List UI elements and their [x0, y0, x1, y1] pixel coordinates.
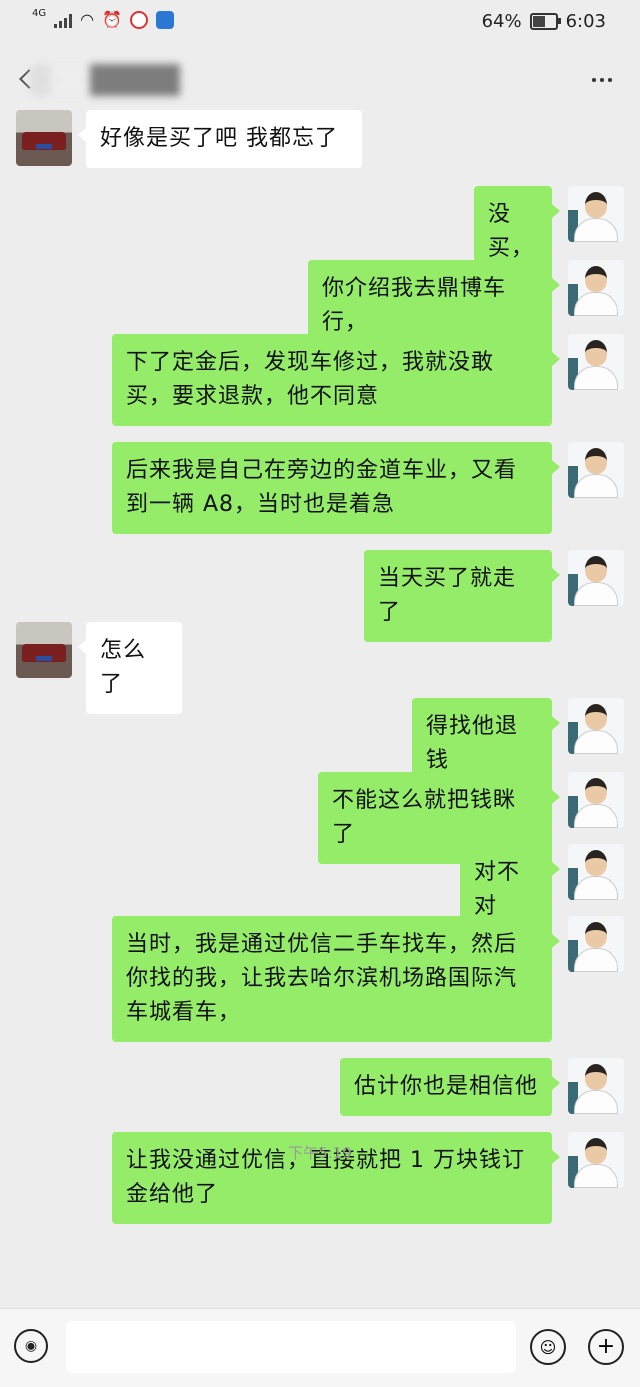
battery-level-fill: [532, 16, 546, 27]
my-avatar[interactable]: [568, 916, 624, 972]
voice-icon[interactable]: ◉: [14, 1329, 48, 1363]
contact-avatar[interactable]: [16, 622, 72, 678]
network-type: 4G: [32, 8, 47, 19]
sent-message-bubble[interactable]: 当时，我是通过优信二手车找车，然后你找的我，让我去哈尔滨机场路国际汽车城看车，: [112, 916, 560, 1042]
battery-icon: [529, 13, 561, 30]
signal-icon: [54, 12, 73, 28]
message-row: 下了定金后，发现车修过，我就没敢买，要求退款，他不同意: [0, 334, 640, 426]
status-icons-right: 64% 6:03: [482, 11, 606, 32]
battery-percent: 64%: [481, 11, 522, 32]
sent-message-bubble[interactable]: 后来我是自己在旁边的金道车业，又看到一辆 A8，当时也是着急: [112, 442, 560, 534]
sent-message-bubble[interactable]: 下了定金后，发现车修过，我就没敢买，要求退款，他不同意: [112, 334, 560, 426]
my-avatar[interactable]: [568, 698, 624, 754]
contact-avatar[interactable]: [16, 110, 72, 166]
message-row: 当天买了就走了: [0, 550, 640, 642]
my-avatar[interactable]: [568, 844, 624, 900]
my-avatar[interactable]: [568, 550, 624, 606]
message-row: 对不对: [0, 844, 640, 936]
message-row: 当时，我是通过优信二手车找车，然后你找的我，让我去哈尔滨机场路国际汽车城看车，: [0, 916, 640, 1042]
message-timestamp: 下午5:19: [288, 1144, 352, 1162]
wifi-icon: ◠: [80, 10, 95, 29]
weibo-app-icon: [130, 10, 149, 29]
plus-icon[interactable]: +: [588, 1329, 624, 1365]
message-input[interactable]: [66, 1321, 516, 1373]
my-avatar[interactable]: [568, 334, 624, 390]
more-icon[interactable]: [592, 78, 612, 82]
message-row: 好像是买了吧 我都忘了: [0, 110, 640, 168]
input-bar: ◉ ☺ +: [0, 1308, 640, 1387]
clock: 6:03: [565, 11, 606, 32]
message-row: 你介绍我去鼎博车行，: [0, 260, 640, 352]
sent-message-bubble[interactable]: 估计你也是相信他: [340, 1058, 560, 1116]
status-icons-left: 4G ◠ ⏰: [32, 8, 175, 29]
my-avatar[interactable]: [568, 186, 624, 242]
browser-app-icon: [156, 10, 175, 29]
received-message-bubble[interactable]: 好像是买了吧 我都忘了: [78, 110, 362, 168]
my-avatar[interactable]: [568, 260, 624, 316]
alarm-icon: ⏰: [102, 10, 123, 29]
my-avatar[interactable]: [568, 1058, 624, 1114]
message-row: 没买，: [0, 186, 640, 278]
chat-header: [0, 44, 640, 110]
message-row: 后来我是自己在旁边的金道车业，又看到一辆 A8，当时也是着急: [0, 442, 640, 534]
message-row: 怎么了: [0, 622, 640, 714]
message-row: 估计你也是相信他: [0, 1058, 640, 1116]
message-row: 不能这么就把钱眯了: [0, 772, 640, 864]
message-row: 得找他退钱: [0, 698, 640, 790]
status-bar: 4G ◠ ⏰ 64% 6:03: [0, 0, 640, 44]
my-avatar[interactable]: [568, 442, 624, 498]
my-avatar[interactable]: [568, 772, 624, 828]
contact-name-redacted: [30, 64, 190, 96]
emoji-icon[interactable]: ☺: [530, 1329, 566, 1365]
